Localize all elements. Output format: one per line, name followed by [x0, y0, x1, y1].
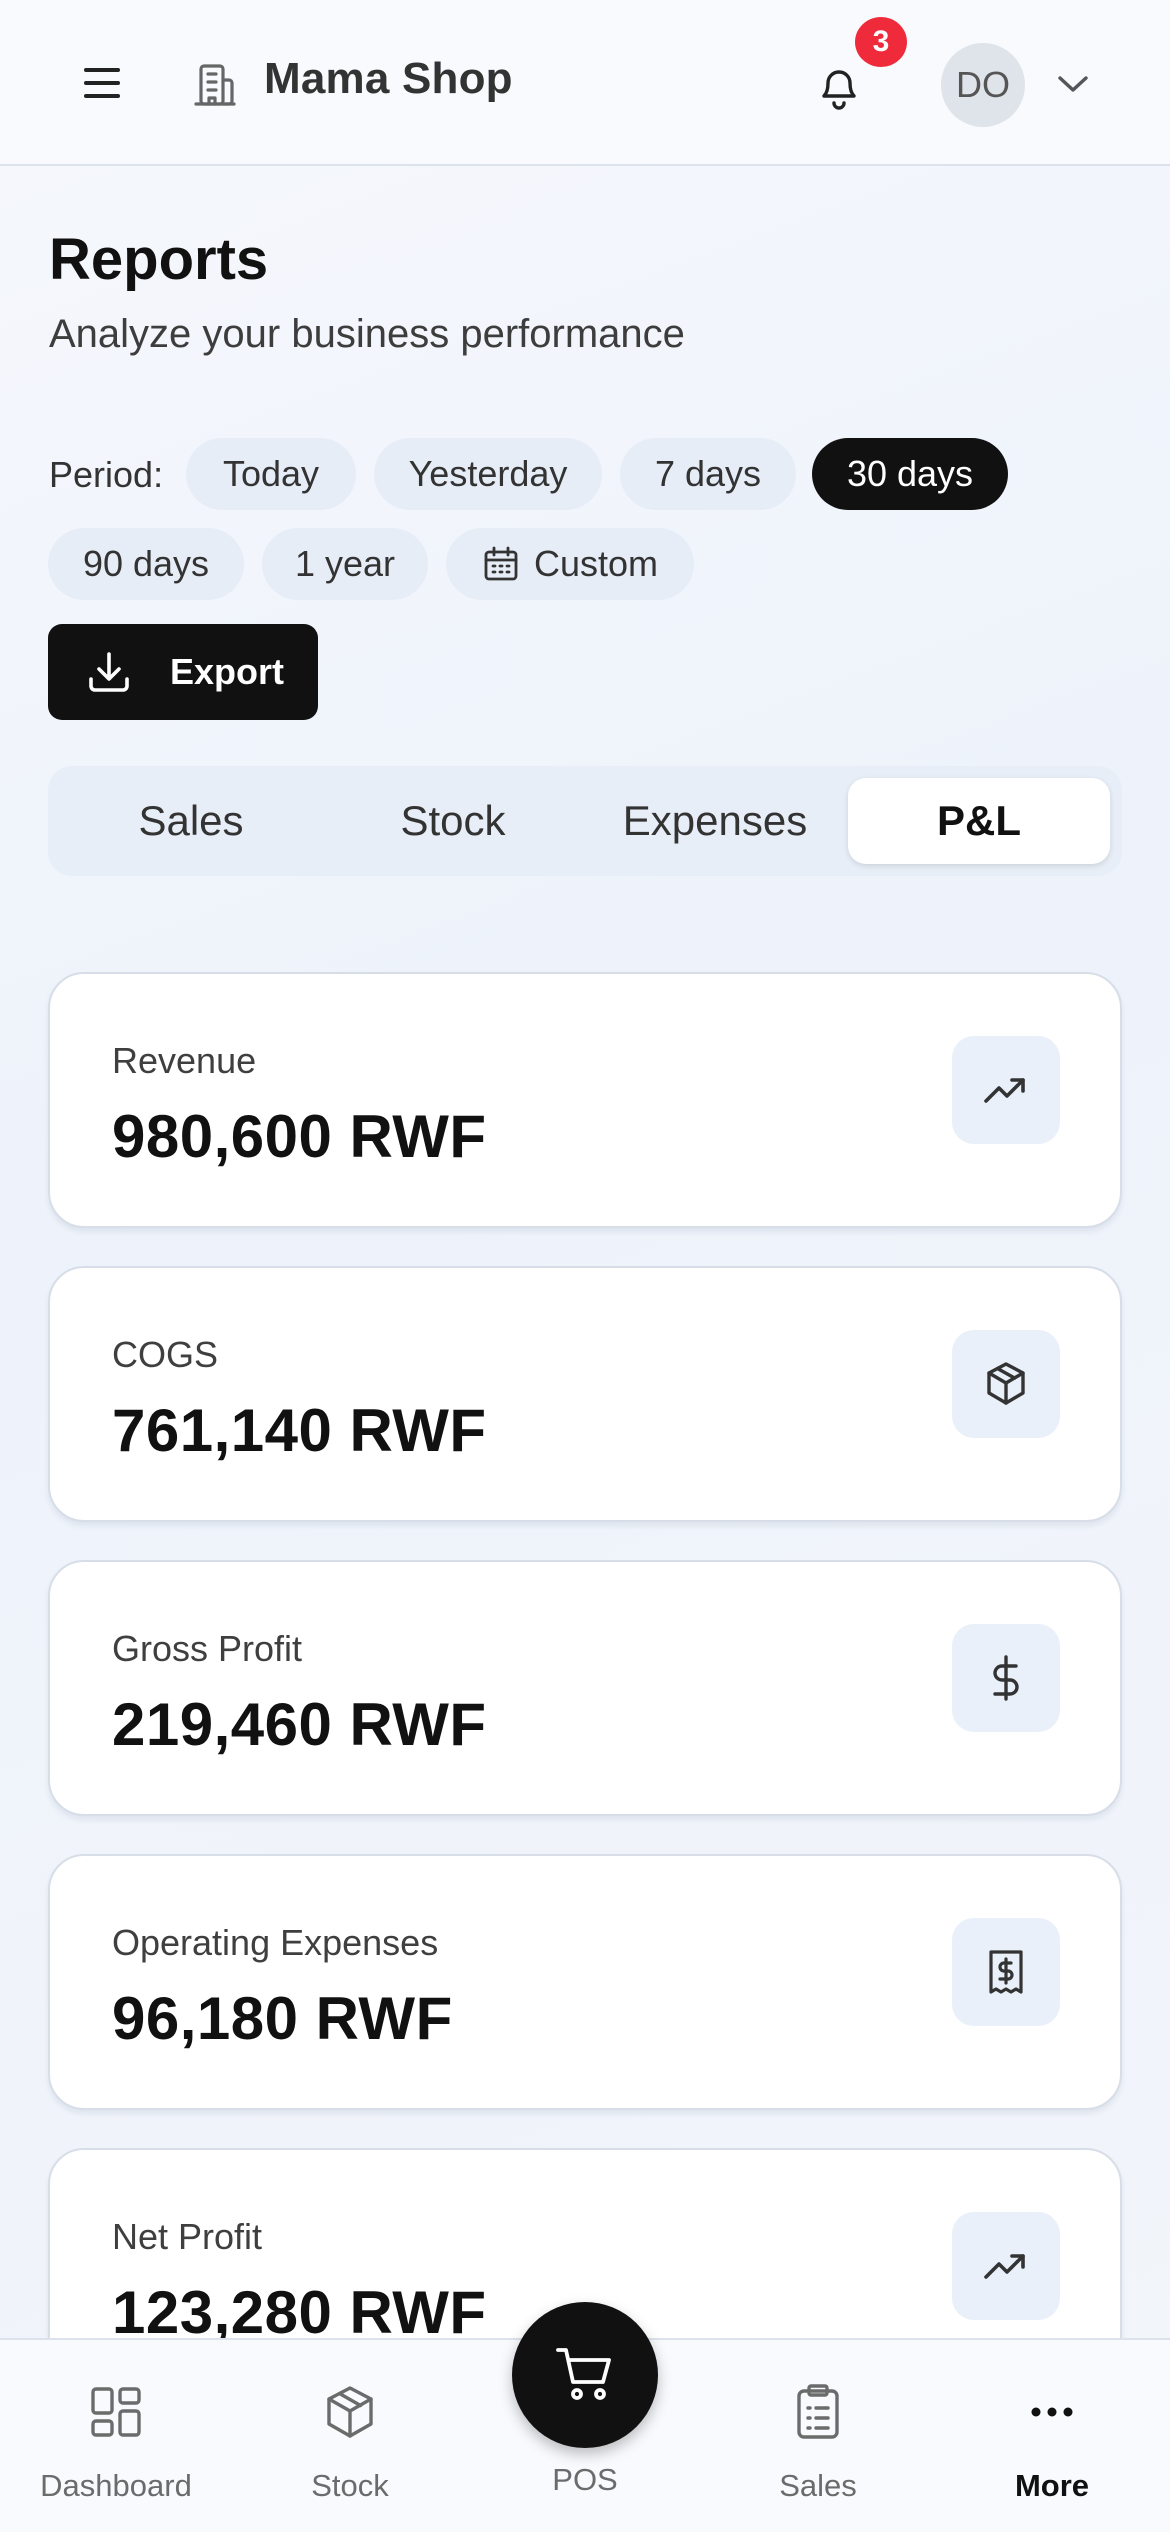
period-label: Period: — [49, 454, 164, 495]
page-subtitle: Analyze your business performance — [49, 312, 685, 356]
card-value: 761,140 RWF — [112, 1397, 487, 1464]
nav-more[interactable]: More — [952, 2340, 1152, 2532]
operating-expenses-card: Operating Expenses 96,180 RWF — [48, 1854, 1122, 2110]
shop-name[interactable]: Mama Shop — [264, 54, 513, 104]
dollar-icon — [993, 1655, 1019, 1701]
building-icon — [194, 64, 236, 106]
tab-sales[interactable]: Sales — [60, 778, 322, 864]
report-tabs: Sales Stock Expenses P&L — [48, 766, 1122, 876]
trending-up-icon — [984, 2254, 1025, 2279]
package-icon — [327, 2386, 373, 2438]
period-chip-yesterday[interactable]: Yesterday — [374, 438, 602, 510]
clipboard-list-icon — [797, 2384, 839, 2439]
nav-label: Sales — [779, 2468, 857, 2503]
card-label: Operating Expenses — [112, 1922, 439, 1963]
menu-icon[interactable] — [82, 65, 122, 101]
revenue-card: Revenue 980,600 RWF — [48, 972, 1122, 1228]
export-label: Export — [170, 651, 285, 692]
card-value: 980,600 RWF — [112, 1103, 487, 1170]
period-chip-custom[interactable]: Custom — [446, 528, 694, 600]
period-chip-1-year[interactable]: 1 year — [262, 528, 428, 600]
trending-up-icon — [984, 1078, 1025, 1103]
period-chip-today[interactable]: Today — [186, 438, 356, 510]
bell-icon[interactable] — [814, 58, 864, 112]
card-icon-box — [952, 2212, 1060, 2320]
tab-stock[interactable]: Stock — [322, 778, 584, 864]
chevron-down-icon[interactable] — [1056, 72, 1090, 96]
card-icon-box — [952, 1624, 1060, 1732]
more-horizontal-icon — [1031, 2407, 1073, 2417]
nav-label: More — [1014, 2468, 1090, 2503]
nav-sales[interactable]: Sales — [718, 2340, 918, 2532]
card-label: Net Profit — [112, 2216, 263, 2257]
shopping-cart-icon — [556, 2348, 611, 2400]
period-chip-30-days[interactable]: 30 days — [812, 438, 1008, 510]
period-chip-7-days[interactable]: 7 days — [620, 438, 796, 510]
tab-pl[interactable]: P&L — [848, 778, 1110, 864]
card-label: Gross Profit — [112, 1628, 303, 1669]
package-icon — [987, 1362, 1025, 1405]
nav-stock[interactable]: Stock — [250, 2340, 450, 2532]
custom-label: Custom — [533, 543, 659, 584]
calendar-icon — [484, 546, 518, 581]
page-title: Reports — [49, 227, 269, 292]
pos-label: POS — [552, 2462, 618, 2497]
card-icon-box — [952, 1918, 1060, 2026]
dashboard-icon — [91, 2387, 141, 2437]
top-header: Mama Shop 3 DO — [0, 0, 1170, 166]
download-icon — [89, 652, 129, 692]
nav-label: Stock — [311, 2468, 389, 2503]
pos-button[interactable] — [512, 2302, 658, 2448]
export-button[interactable]: Export — [48, 624, 318, 720]
card-value: 123,280 RWF — [112, 2279, 487, 2346]
card-label: Revenue — [112, 1040, 257, 1081]
receipt-icon — [989, 1950, 1023, 1994]
card-icon-box — [952, 1330, 1060, 1438]
tab-expenses[interactable]: Expenses — [584, 778, 846, 864]
card-icon-box — [952, 1036, 1060, 1144]
notification-badge: 3 — [855, 17, 907, 67]
period-chip-90-days[interactable]: 90 days — [48, 528, 244, 600]
avatar[interactable]: DO — [941, 43, 1025, 127]
gross-profit-card: Gross Profit 219,460 RWF — [48, 1560, 1122, 1816]
card-value: 96,180 RWF — [112, 1985, 453, 2052]
nav-label: Dashboard — [40, 2468, 192, 2503]
card-value: 219,460 RWF — [112, 1691, 487, 1758]
nav-dashboard[interactable]: Dashboard — [16, 2340, 216, 2532]
card-label: COGS — [112, 1334, 219, 1375]
cogs-card: COGS 761,140 RWF — [48, 1266, 1122, 1522]
